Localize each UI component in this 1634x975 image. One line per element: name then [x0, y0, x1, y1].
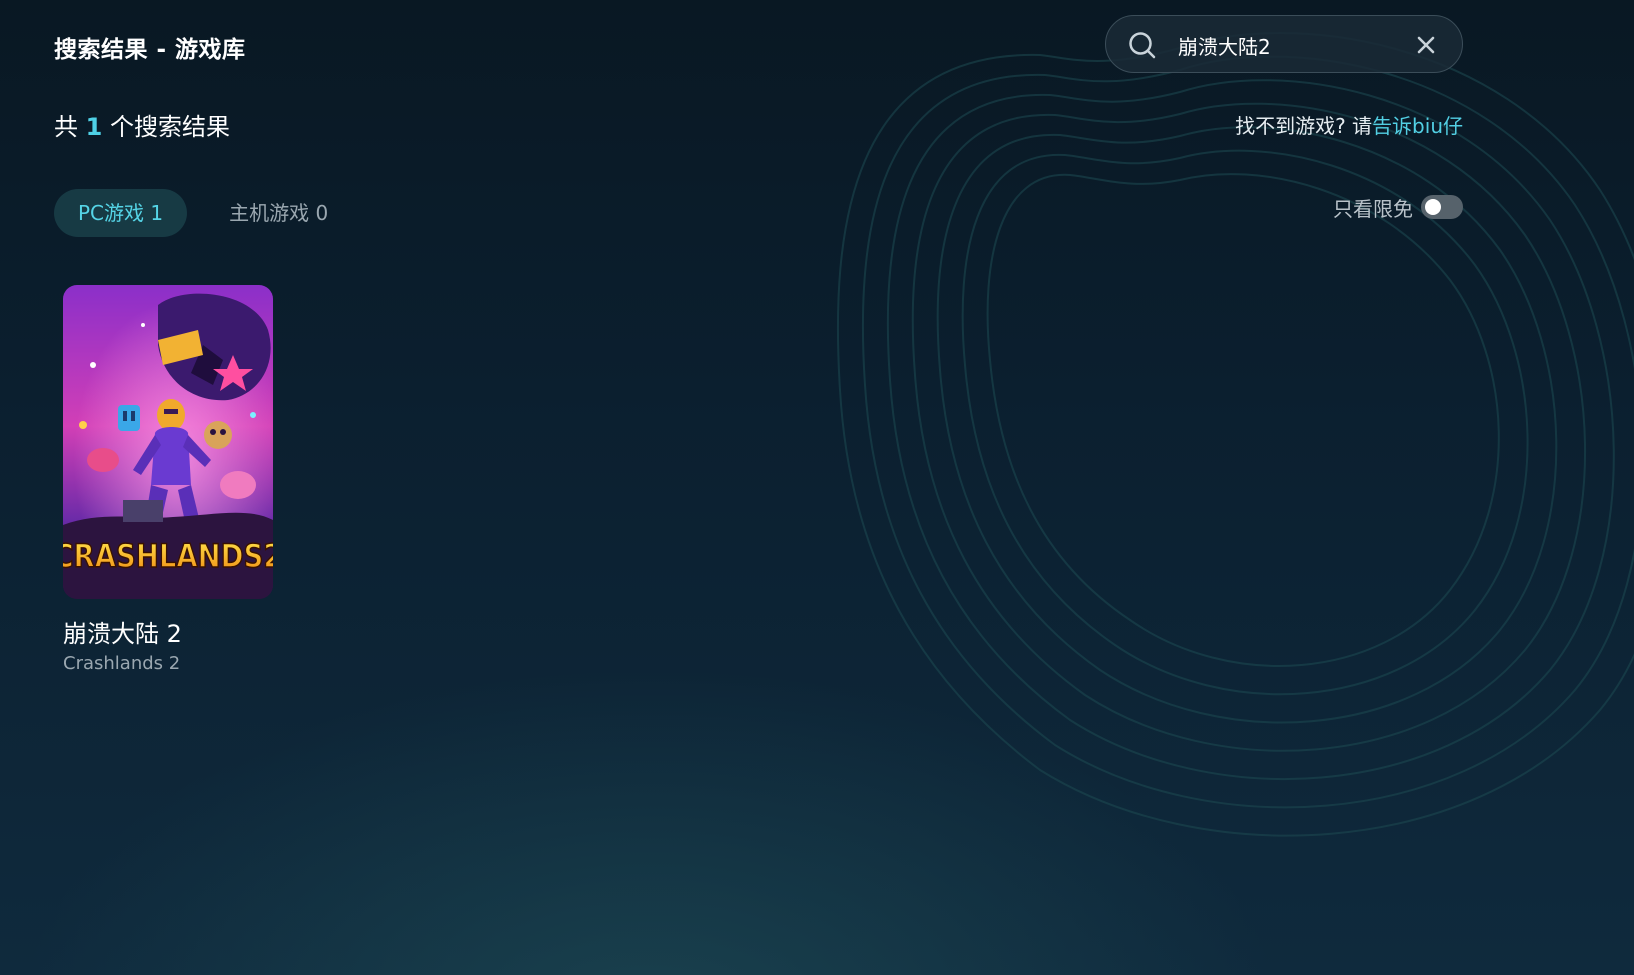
tab-console-games[interactable]: 主机游戏 0: [205, 189, 352, 237]
platform-tabs: PC游戏 1 主机游戏 0: [54, 189, 352, 237]
game-title: 崩溃大陆 2: [63, 620, 182, 648]
feedback-prompt: 找不到游戏? 请告诉biu仔: [1235, 110, 1463, 139]
toggle-knob: [1425, 199, 1441, 215]
search-box[interactable]: [1105, 15, 1463, 73]
result-count-prefix: 共: [54, 113, 78, 141]
page-title: 搜索结果 - 游戏库: [54, 37, 246, 63]
feedback-text: 找不到游戏? 请: [1235, 114, 1373, 138]
close-icon[interactable]: [1416, 35, 1436, 55]
free-only-filter: 只看限免: [1333, 193, 1463, 221]
cover-logo-text: CRASHLANDS2: [63, 538, 273, 576]
result-count: 共 1 个搜索结果: [54, 107, 230, 142]
search-icon: [1129, 32, 1156, 59]
free-only-label: 只看限免: [1333, 196, 1413, 221]
game-cover-image: CRASHLANDS2: [63, 285, 273, 599]
search-input[interactable]: [1178, 30, 1398, 60]
free-only-toggle[interactable]: [1421, 195, 1463, 219]
game-subtitle: Crashlands 2: [63, 653, 181, 674]
feedback-link[interactable]: 告诉biu仔: [1372, 114, 1463, 138]
game-card[interactable]: CRASHLANDS2 崩溃大陆 2 Crashlands 2: [63, 285, 273, 674]
result-count-suffix: 个搜索结果: [109, 113, 230, 141]
result-count-number: 1: [85, 113, 103, 141]
tab-pc-games[interactable]: PC游戏 1: [54, 189, 188, 237]
